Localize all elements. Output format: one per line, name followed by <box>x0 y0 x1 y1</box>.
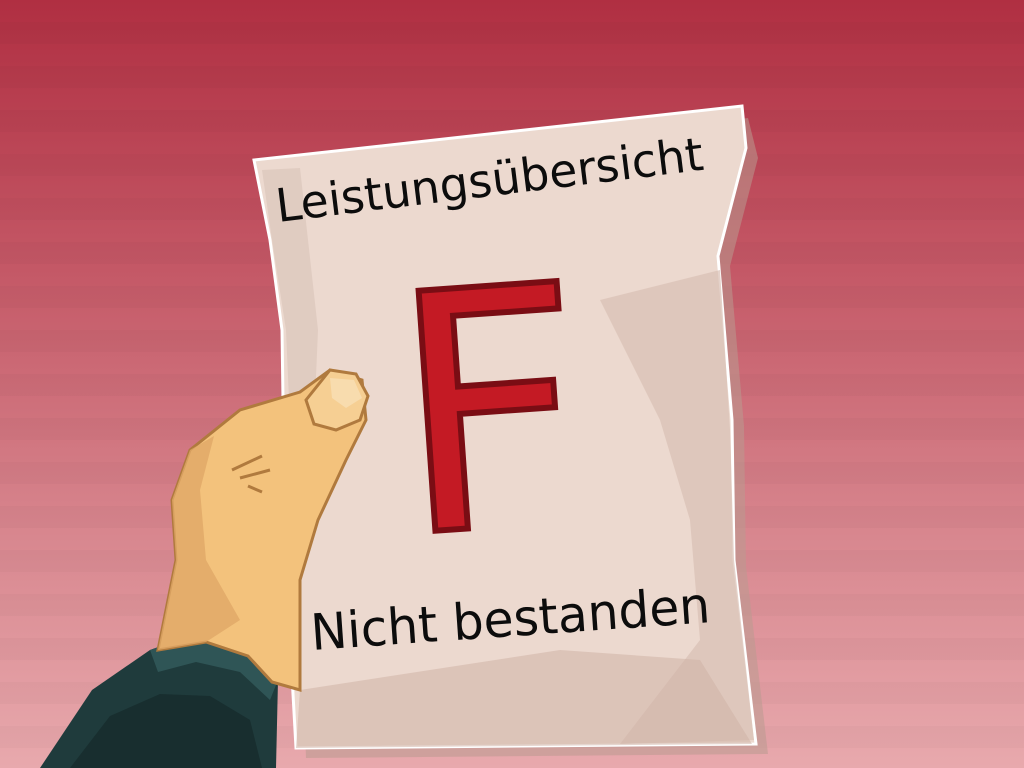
grade-letter: F <box>382 214 598 610</box>
scene-illustration: Leistungsübersicht F Nicht bestanden <box>40 104 768 768</box>
game-scene: Leistungsübersicht F Nicht bestanden <box>0 0 1024 768</box>
